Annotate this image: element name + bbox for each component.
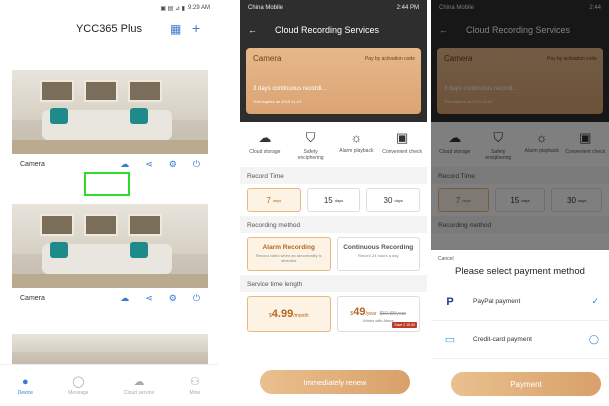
device-list-screen: ▣ ▤ ⊿ ▮ 9:29 AM YCC365 Plus ▦ + Camera ☁… (0, 0, 218, 406)
highlight-box (84, 172, 130, 196)
tab-mine[interactable]: ⚇ Mine (189, 375, 200, 396)
unchecked-icon: ◯ (588, 334, 599, 344)
camera-card[interactable]: Camera ☁ ⋖ ⚙ ⏻ (12, 204, 208, 308)
power-icon[interactable]: ⏻ (193, 159, 200, 170)
payment-sheet: Cancel Please select payment method P Pa… (431, 250, 609, 406)
monthly-price-option[interactable]: $4.99/month (247, 296, 331, 332)
yearly-price-option[interactable]: $49/year $59.88/year Works with Alexa Sa… (336, 296, 420, 332)
paypal-option[interactable]: P PayPal payment ✓ (431, 283, 609, 321)
cloud-storage-icon: ☁ (258, 130, 272, 145)
phone-check-icon: ▣ (395, 130, 409, 145)
feature-safety: ⛉ Safety enciphering (297, 130, 324, 161)
screen-title: Cloud Recording Services (275, 25, 380, 35)
tab-device[interactable]: ● Device (18, 376, 33, 396)
record-time-options: 7days 15days 30days (240, 184, 427, 216)
status-bar: China Mobile 2:44 PM (240, 0, 427, 16)
cloud-recording-screen: China Mobile 2:44 PM ← Cloud Recording S… (240, 0, 427, 406)
sheet-title: Please select payment method (455, 266, 585, 277)
shield-icon: ⛉ (305, 130, 316, 145)
message-icon: ◯ (72, 376, 85, 388)
tab-message[interactable]: ◯ Message (68, 375, 88, 396)
camera-toolbar: Camera ☁ ⋖ ⚙ ⏻ (12, 154, 208, 174)
renew-button[interactable]: Immediately renew (260, 370, 410, 394)
cancel-button[interactable]: Cancel (431, 250, 609, 262)
grid-view-icon[interactable]: ▦ (170, 22, 181, 36)
status-time: 2:44 PM (396, 5, 419, 11)
status-bar: ▣ ▤ ⊿ ▮ 9:29 AM (0, 0, 218, 16)
payment-button[interactable]: Payment (451, 372, 601, 396)
modal-overlay[interactable] (431, 0, 609, 250)
plan-card: Camera Pay by activation code 3 days con… (246, 48, 421, 114)
plan-card-wrapper: Camera Pay by activation code 3 days con… (240, 44, 427, 122)
feature-cloud-storage: ☁ Cloud storage (249, 130, 281, 155)
device-icon: ● (21, 375, 29, 388)
screenshot-stage: ▣ ▤ ⊿ ▮ 9:29 AM YCC365 Plus ▦ + Camera ☁… (0, 0, 609, 406)
camera-preview[interactable] (12, 70, 208, 154)
gear-icon[interactable]: ⚙ (169, 159, 177, 170)
camera-toolbar: Camera ☁ ⋖ ⚙ ⏻ (12, 288, 208, 308)
cloud-icon[interactable]: ☁ (120, 159, 129, 170)
alarm-icon: ☼ (350, 130, 363, 145)
power-icon[interactable]: ⏻ (193, 293, 200, 304)
share-icon[interactable]: ⋖ (145, 293, 153, 304)
plan-description: 3 days continuous recordi... (253, 86, 327, 92)
feature-alarm: ☼ Alarm playback (339, 130, 374, 154)
record-time-30[interactable]: 30days (366, 188, 421, 212)
share-icon[interactable]: ⋖ (145, 159, 153, 170)
screen-header: ← Cloud Recording Services (240, 16, 427, 44)
record-time-15[interactable]: 15days (306, 188, 361, 212)
recording-method-label: Recording method (240, 216, 427, 233)
carrier-name: China Mobile (248, 5, 284, 11)
status-time: 9:29 AM (187, 5, 210, 11)
cloud-icon: ☁ (133, 376, 145, 388)
camera-name: Camera (20, 160, 45, 168)
credit-card-option[interactable]: ▭ Credit-card payment ◯ (431, 321, 609, 359)
camera-card-partial[interactable] (12, 334, 208, 364)
add-device-icon[interactable]: + (192, 20, 200, 36)
camera-name: Camera (20, 294, 45, 302)
alarm-recording-option[interactable]: Alarm Recording Record video when an abn… (247, 237, 331, 271)
credit-card-icon: ▭ (444, 334, 456, 346)
cloud-icon[interactable]: ☁ (120, 293, 129, 304)
record-time-7[interactable]: 7days (247, 188, 301, 212)
payment-method-screen: China Mobile 2:44 ← Cloud Recording Serv… (431, 0, 609, 406)
gear-icon[interactable]: ⚙ (169, 293, 177, 304)
app-title: YCC365 Plus (75, 23, 143, 35)
tab-cloud-service[interactable]: ☁ Cloud service (124, 375, 154, 396)
save-badge: Save 2 15.00 (392, 322, 417, 328)
signal-icons: ▣ ▤ ⊿ ▮ (160, 5, 185, 12)
recording-method-options: Alarm Recording Record video when an abn… (240, 233, 427, 275)
camera-preview[interactable] (12, 204, 208, 288)
feature-row: ☁Cloud storage ⛉Safety enciphering ☼Alar… (240, 122, 427, 167)
app-header: YCC365 Plus ▦ + (0, 16, 218, 42)
back-arrow-icon[interactable]: ← (248, 25, 257, 35)
checked-icon: ✓ (591, 296, 599, 306)
trial-expiry: Trial expires on 2019-11-01 (253, 99, 302, 104)
activation-code-link[interactable]: Pay by activation code (365, 56, 415, 62)
record-time-label: Record Time (240, 167, 427, 184)
user-icon: ⚇ (189, 376, 200, 388)
price-options: $4.99/month $49/year $59.88/year Works w… (240, 292, 427, 336)
camera-preview[interactable] (12, 334, 208, 364)
camera-card[interactable]: Camera ☁ ⋖ ⚙ ⏻ (12, 70, 208, 174)
bottom-tab-bar: ● Device ◯ Message ☁ Cloud service ⚇ Mine (0, 364, 218, 406)
continuous-recording-option[interactable]: Continuous Recording Record 24 hours a d… (336, 237, 420, 271)
paypal-icon: P (446, 295, 454, 308)
feature-check: ▣ Convenient check (382, 130, 422, 155)
service-time-label: Service time length (240, 275, 427, 292)
